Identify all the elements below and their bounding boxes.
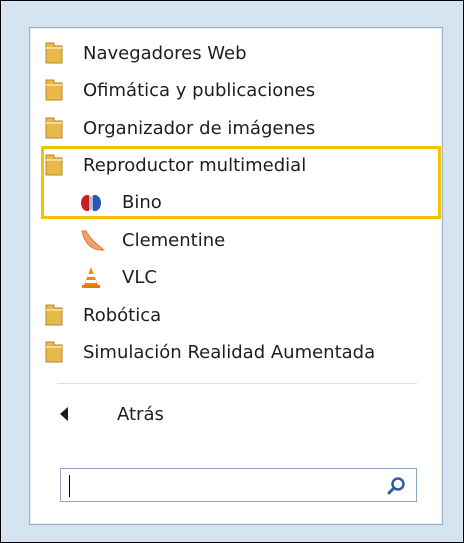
menu-item-robotica[interactable]: Robótica [44,298,161,332]
menu-item-label: Navegadores Web [83,42,247,64]
menu-item-navegadores-web[interactable]: Navegadores Web [44,36,247,70]
left-arrow-icon [59,406,71,422]
folder-icon [44,117,68,139]
menu-item-organizador-imagenes[interactable]: Organizador de imágenes [44,111,315,145]
separator [57,383,417,384]
menu-item-clementine[interactable]: Clementine [80,223,225,257]
back-button[interactable]: Atrás [59,397,164,431]
folder-icon [44,154,68,176]
menu-item-bino[interactable]: Bino [80,185,162,219]
menu-item-label: Robótica [83,304,162,326]
clementine-app-icon [80,229,106,251]
text-caret [69,475,70,497]
search-input[interactable] [67,473,371,499]
folder-icon [44,304,68,326]
menu-item-reproductor-multimedial[interactable]: Reproductor multimedial [44,148,306,182]
menu-item-ofimatica[interactable]: Ofimática y publicaciones [44,73,315,107]
menu-item-label: Reproductor multimedial [83,154,307,176]
menu-item-label: Simulación Realidad Aumentada [83,341,376,363]
folder-icon [44,42,68,64]
menu-item-vlc[interactable]: VLC [80,260,157,294]
bino-app-icon [80,191,104,213]
vlc-cone-icon [80,266,104,288]
menu-item-simulacion-realidad-aumentada[interactable]: Simulación Realidad Aumentada [44,335,375,369]
menu-item-label: Organizador de imágenes [83,117,316,139]
folder-icon [44,341,68,363]
menu-item-label: Clementine [122,229,226,251]
back-label: Atrás [117,403,164,425]
menu-item-label: Bino [122,191,162,213]
menu-item-label: Ofimática y publicaciones [83,79,316,101]
search-box[interactable] [60,468,417,502]
start-menu-frame: Navegadores Web Ofimática y publicacione… [0,0,464,543]
folder-icon [44,79,68,101]
menu-item-label: VLC [122,266,157,288]
search-icon[interactable] [386,476,406,496]
